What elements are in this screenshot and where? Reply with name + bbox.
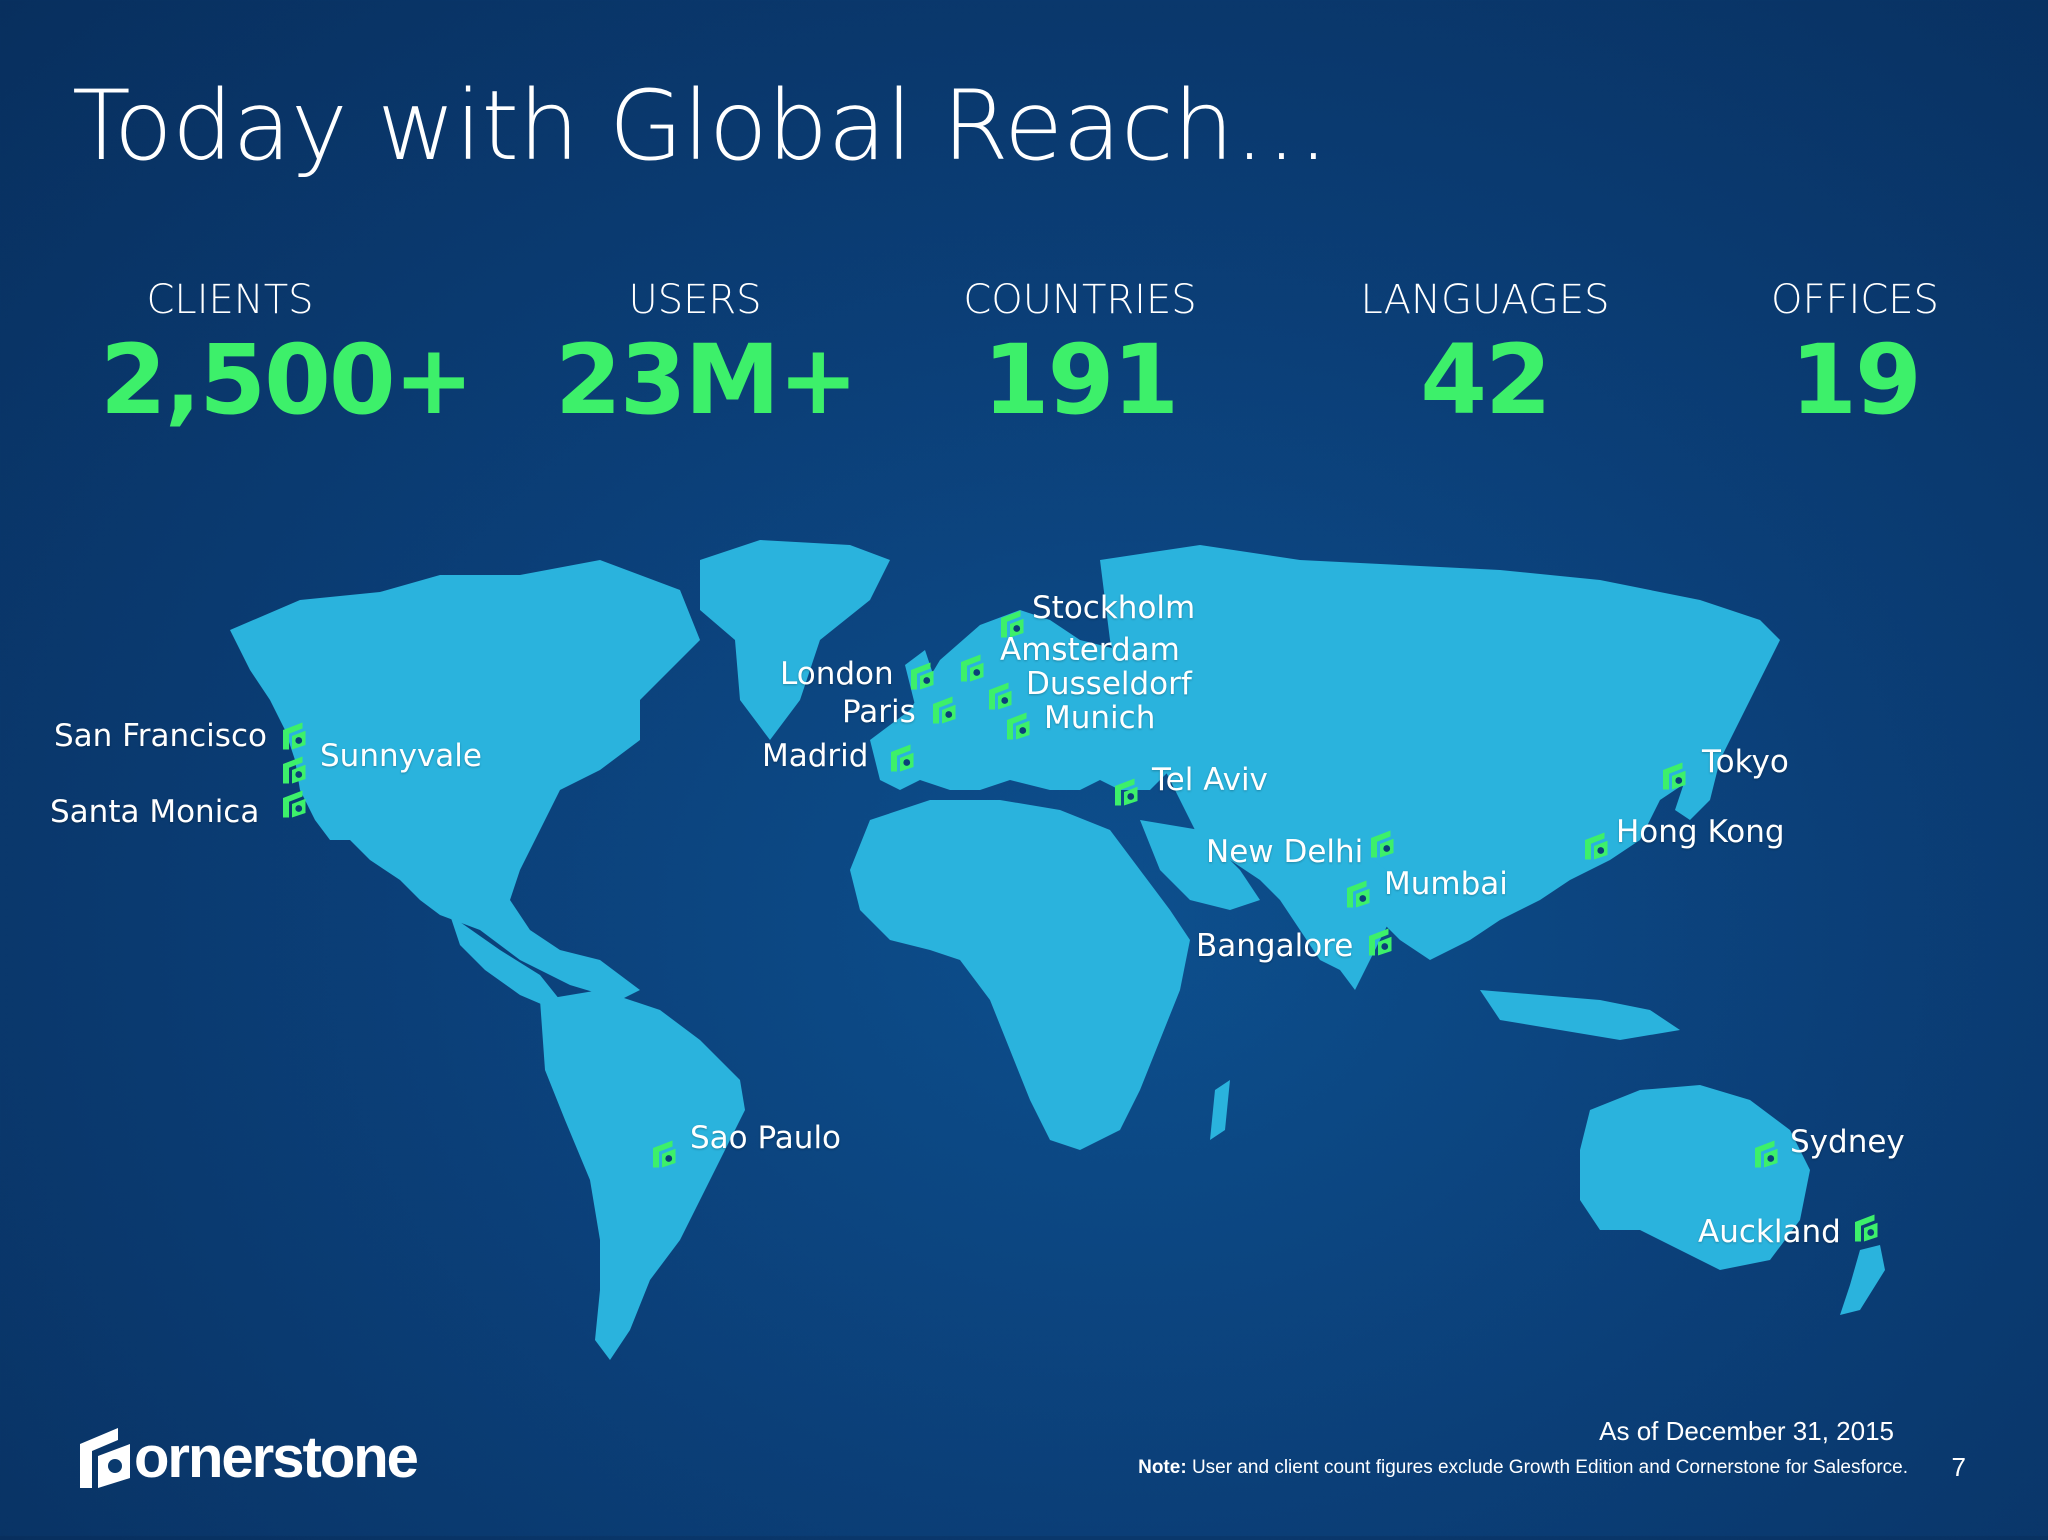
city-label-san-francisco: San Francisco — [54, 718, 267, 754]
cornerstone-logo-icon — [80, 1427, 130, 1488]
city-label-sydney: Sydney — [1790, 1124, 1905, 1160]
marker-santa-monica — [283, 790, 306, 818]
city-label-auckland: Auckland — [1698, 1214, 1841, 1250]
cornerstone-logo: ornerstone — [78, 1424, 419, 1491]
city-label-tokyo: Tokyo — [1702, 744, 1789, 780]
logo-text: ornerstone — [134, 1425, 419, 1490]
asia — [1100, 545, 1780, 970]
city-label-munich: Munich — [1044, 700, 1156, 736]
city-label-sao-paulo: Sao Paulo — [690, 1120, 842, 1156]
indonesia — [1480, 990, 1680, 1040]
city-label-tel-aviv: Tel Aviv — [1152, 762, 1268, 798]
city-label-madrid: Madrid — [762, 738, 869, 774]
page-number: 7 — [1951, 1452, 1966, 1482]
city-label-stockholm: Stockholm — [1032, 590, 1196, 626]
city-label-bangalore: Bangalore — [1196, 928, 1354, 964]
south-america — [540, 990, 745, 1360]
city-label-paris: Paris — [842, 694, 916, 730]
city-label-dusseldorf: Dusseldorf — [1026, 666, 1192, 702]
city-label-santa-monica: Santa Monica — [50, 794, 260, 830]
world-map: Stockholm Amsterdam London Dusseldorf Pa… — [0, 0, 2048, 1536]
footer-note-label: Note: — [1138, 1457, 1187, 1478]
madagascar — [1210, 1080, 1230, 1140]
city-label-hong-kong: Hong Kong — [1616, 814, 1785, 850]
city-label-new-delhi: New Delhi — [1206, 834, 1364, 870]
new-zealand — [1840, 1245, 1885, 1315]
city-label-amsterdam: Amsterdam — [1000, 632, 1180, 668]
city-label-sunnyvale: Sunnyvale — [320, 738, 482, 774]
marker-sunnyvale — [283, 756, 306, 784]
city-label-mumbai: Mumbai — [1384, 866, 1508, 902]
footer-date: As of December 31, 2015 — [1599, 1416, 1894, 1446]
city-label-london: London — [780, 656, 894, 692]
footer-note-text: User and client count figures exclude Gr… — [1191, 1457, 1908, 1478]
marker-auckland — [1855, 1214, 1878, 1242]
africa — [850, 800, 1190, 1150]
footer-note: Note: User and client count figures excl… — [1138, 1457, 1908, 1479]
